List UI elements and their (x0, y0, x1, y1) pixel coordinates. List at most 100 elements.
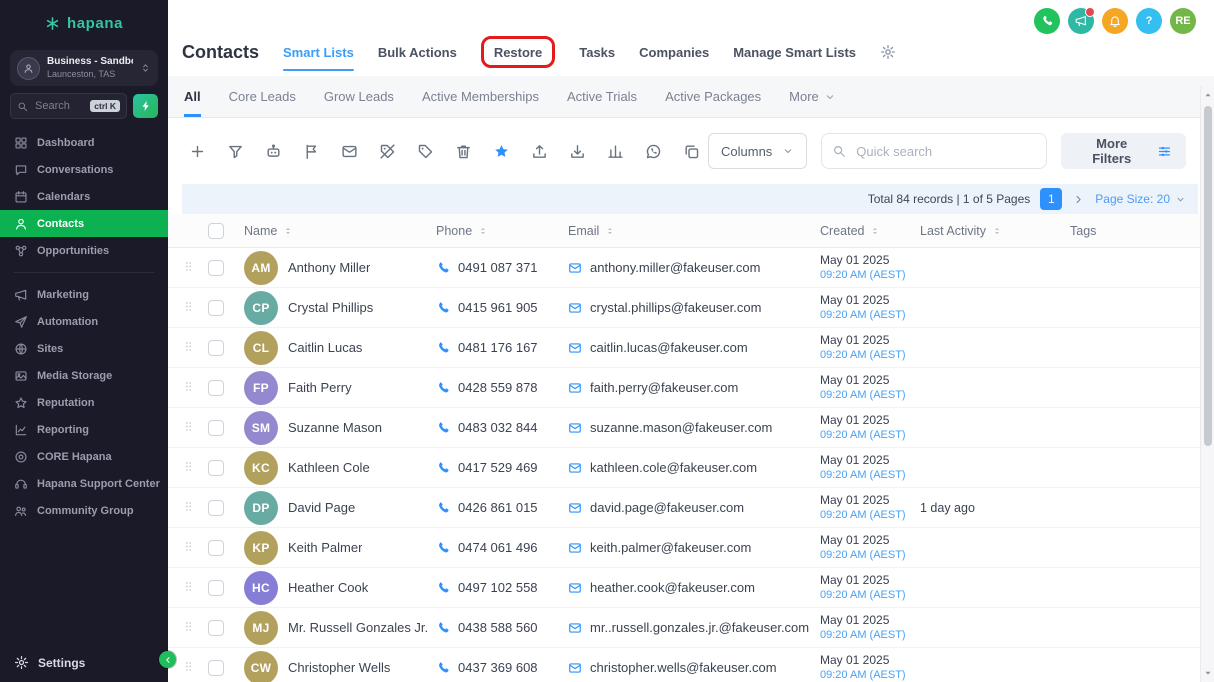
contact-name[interactable]: Christopher Wells (288, 660, 390, 675)
phone-icon[interactable] (436, 381, 450, 395)
row-checkbox[interactable] (208, 660, 224, 676)
drag-handle-icon[interactable] (182, 619, 195, 634)
add-contact-button[interactable] (180, 134, 214, 168)
row-checkbox[interactable] (208, 420, 224, 436)
column-header[interactable]: Created (820, 224, 920, 238)
sidebar-item[interactable]: Calendars (0, 183, 168, 210)
drag-handle-icon[interactable] (182, 579, 195, 594)
send-email-button[interactable] (332, 134, 366, 168)
header-tab[interactable]: Smart Lists (283, 28, 354, 76)
row-checkbox[interactable] (208, 620, 224, 636)
mail-icon[interactable] (568, 461, 582, 475)
user-avatar[interactable]: RE (1170, 8, 1196, 34)
drag-handle-icon[interactable] (182, 299, 195, 314)
row-checkbox[interactable] (208, 580, 224, 596)
header-tab[interactable]: Companies (639, 28, 709, 76)
contact-name[interactable]: Anthony Miller (288, 260, 370, 275)
whatsapp-button[interactable] (636, 134, 670, 168)
phone-icon[interactable] (436, 261, 450, 275)
mail-icon[interactable] (568, 661, 582, 675)
sidebar-item[interactable]: Conversations (0, 156, 168, 183)
sidebar-item-settings[interactable]: Settings (0, 655, 168, 670)
drag-handle-icon[interactable] (182, 539, 195, 554)
gear-icon[interactable] (880, 44, 896, 60)
mail-icon[interactable] (568, 421, 582, 435)
mail-icon[interactable] (568, 501, 582, 515)
sort-icon[interactable] (478, 226, 488, 236)
smart-list-tab[interactable]: More (789, 76, 836, 117)
phone-icon[interactable] (436, 581, 450, 595)
columns-dropdown[interactable]: Columns (708, 133, 807, 169)
remove-tag-button[interactable] (370, 134, 404, 168)
smart-list-tab[interactable]: All (184, 76, 201, 117)
row-checkbox[interactable] (208, 540, 224, 556)
vertical-scrollbar[interactable] (1200, 86, 1214, 682)
filter-button[interactable] (218, 134, 252, 168)
report-button[interactable] (598, 134, 632, 168)
contact-name[interactable]: David Page (288, 500, 355, 515)
sidebar-item[interactable]: CORE Hapana (0, 443, 168, 470)
next-page-icon[interactable] (1072, 193, 1085, 206)
more-filters-button[interactable]: More Filters (1061, 133, 1186, 169)
column-header[interactable]: Email (568, 224, 820, 238)
header-tab[interactable]: Bulk Actions (378, 28, 457, 76)
sort-icon[interactable] (283, 226, 293, 236)
quick-actions-button[interactable] (133, 94, 158, 118)
sidebar-item[interactable]: Community Group (0, 497, 168, 524)
contact-name[interactable]: Suzanne Mason (288, 420, 382, 435)
delete-button[interactable] (446, 134, 480, 168)
smart-list-tab[interactable]: Active Packages (665, 76, 761, 117)
mail-icon[interactable] (568, 261, 582, 275)
smart-list-tab[interactable]: Grow Leads (324, 76, 394, 117)
sidebar-item[interactable]: Media Storage (0, 362, 168, 389)
sidebar-item[interactable]: Sites (0, 335, 168, 362)
page-size-select[interactable]: Page Size: 20 (1095, 192, 1186, 206)
business-selector[interactable]: Business - Sandbox Launceston, TAS (10, 50, 158, 86)
mail-icon[interactable] (568, 381, 582, 395)
quick-search-input[interactable] (854, 143, 1036, 160)
phone-icon[interactable] (436, 301, 450, 315)
smart-list-tab[interactable]: Active Memberships (422, 76, 539, 117)
phone-icon[interactable] (436, 621, 450, 635)
sidebar-search-input[interactable] (33, 99, 85, 113)
smart-list-tab[interactable]: Active Trials (567, 76, 637, 117)
row-checkbox[interactable] (208, 500, 224, 516)
contact-name[interactable]: Mr. Russell Gonzales Jr. (288, 620, 428, 635)
notifications-button[interactable] (1102, 8, 1128, 34)
row-checkbox[interactable] (208, 300, 224, 316)
duplicate-button[interactable] (674, 134, 708, 168)
drag-handle-icon[interactable] (182, 259, 195, 274)
sidebar-item[interactable]: Reputation (0, 389, 168, 416)
row-checkbox[interactable] (208, 260, 224, 276)
page-number-button[interactable]: 1 (1040, 188, 1062, 210)
sidebar-item[interactable]: Reporting (0, 416, 168, 443)
sort-icon[interactable] (992, 226, 1002, 236)
sort-icon[interactable] (870, 226, 880, 236)
contact-name[interactable]: Faith Perry (288, 380, 352, 395)
sidebar-item[interactable]: Dashboard (0, 129, 168, 156)
row-checkbox[interactable] (208, 380, 224, 396)
column-header[interactable]: Phone (436, 224, 568, 238)
phone-icon[interactable] (436, 661, 450, 675)
column-header[interactable]: Last Activity (920, 224, 1070, 238)
phone-icon[interactable] (436, 461, 450, 475)
export-button[interactable] (522, 134, 556, 168)
phone-icon[interactable] (436, 341, 450, 355)
sidebar-item[interactable]: Opportunities (0, 237, 168, 264)
drag-handle-icon[interactable] (182, 499, 195, 514)
bot-button[interactable] (256, 134, 290, 168)
drag-handle-icon[interactable] (182, 339, 195, 354)
select-all-checkbox[interactable] (208, 223, 224, 239)
add-tag-button[interactable] (408, 134, 442, 168)
import-button[interactable] (560, 134, 594, 168)
contact-name[interactable]: Heather Cook (288, 580, 368, 595)
header-tab[interactable]: Tasks (579, 28, 615, 76)
phone-icon[interactable] (436, 421, 450, 435)
row-checkbox[interactable] (208, 340, 224, 356)
phone-icon[interactable] (436, 501, 450, 515)
help-button[interactable]: ? (1136, 8, 1162, 34)
sort-icon[interactable] (605, 226, 615, 236)
sidebar-item[interactable]: Automation (0, 308, 168, 335)
sidebar-item[interactable]: Contacts (0, 210, 168, 237)
mail-icon[interactable] (568, 621, 582, 635)
